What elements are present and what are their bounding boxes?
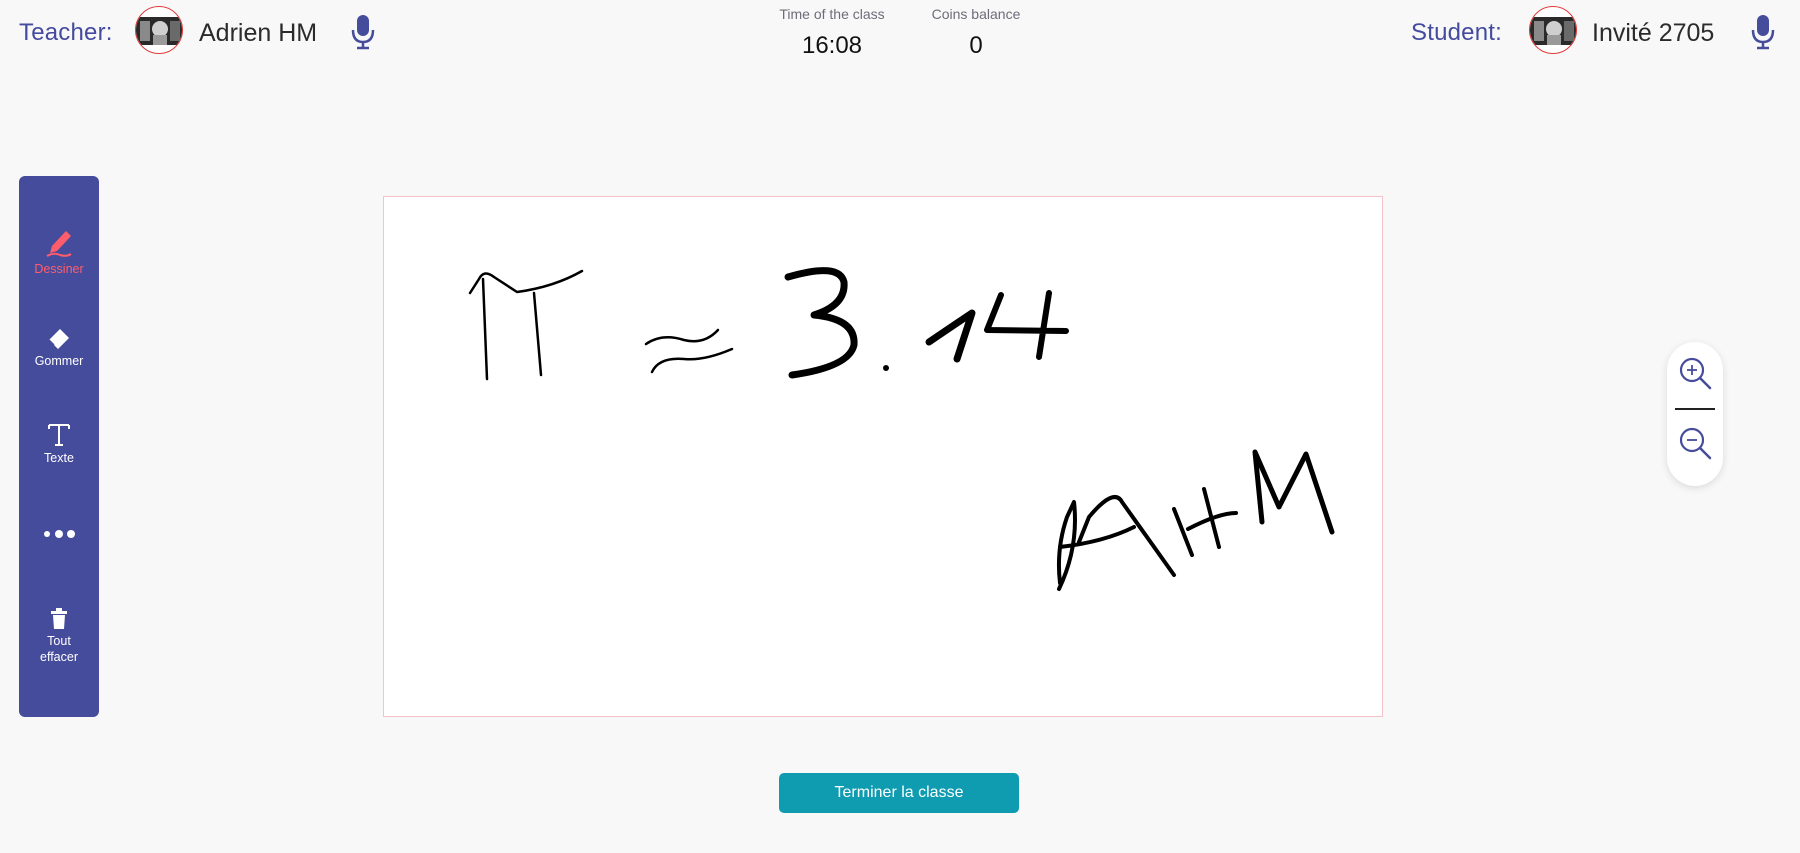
tool-erase-label: Gommer: [34, 354, 84, 368]
tool-erase-button[interactable]: Gommer: [19, 328, 99, 369]
zoom-controls: [1667, 342, 1723, 486]
tool-draw-label: Dessiner: [34, 262, 84, 276]
class-time-label: Time of the class: [779, 6, 885, 22]
classroom-page: Teacher: Adrien HM Time of the class 16:…: [0, 0, 1800, 853]
coins-balance-value: 0: [969, 32, 983, 59]
zoom-divider: [1675, 408, 1715, 410]
student-label: Student:: [1411, 19, 1503, 46]
class-time-value: 16:08: [801, 32, 863, 59]
teacher-label: Teacher:: [19, 19, 113, 46]
teacher-microphone-icon[interactable]: [351, 14, 375, 50]
zoom-in-button[interactable]: [1678, 356, 1712, 390]
zoom-out-icon: [1679, 427, 1712, 460]
zoom-out-button[interactable]: [1678, 426, 1712, 460]
handwriting-drawing: [468, 267, 1335, 591]
drawing-toolbar: Dessiner Gommer Texte Tout effacer: [19, 176, 99, 717]
more-icon: [44, 530, 75, 538]
tool-text-label: Texte: [44, 451, 74, 465]
trash-icon: [51, 608, 67, 629]
student-name: Invité 2705: [1592, 19, 1715, 47]
teacher-name: Adrien HM: [199, 19, 318, 47]
tool-more-button[interactable]: [19, 528, 99, 543]
eraser-icon: [48, 329, 69, 349]
coins-balance-label: Coins balance: [931, 6, 1021, 22]
tool-draw-button[interactable]: Dessiner: [19, 226, 99, 277]
text-icon: [48, 424, 70, 446]
student-avatar: [1529, 6, 1577, 54]
class-time: Time of the class 16:08: [773, 6, 891, 60]
whiteboard-canvas[interactable]: [383, 196, 1383, 717]
teacher-avatar: [135, 6, 183, 54]
coins-balance: Coins balance 0: [926, 6, 1026, 60]
pen-icon: [46, 231, 72, 257]
tool-clear-all-button[interactable]: Tout effacer: [19, 608, 99, 665]
student-microphone-icon[interactable]: [1751, 14, 1775, 50]
tool-clear-all-label: Tout effacer: [40, 634, 78, 664]
zoom-in-icon: [1679, 357, 1712, 390]
end-class-button[interactable]: Terminer la classe: [779, 773, 1019, 813]
tool-text-button[interactable]: Texte: [19, 421, 99, 466]
